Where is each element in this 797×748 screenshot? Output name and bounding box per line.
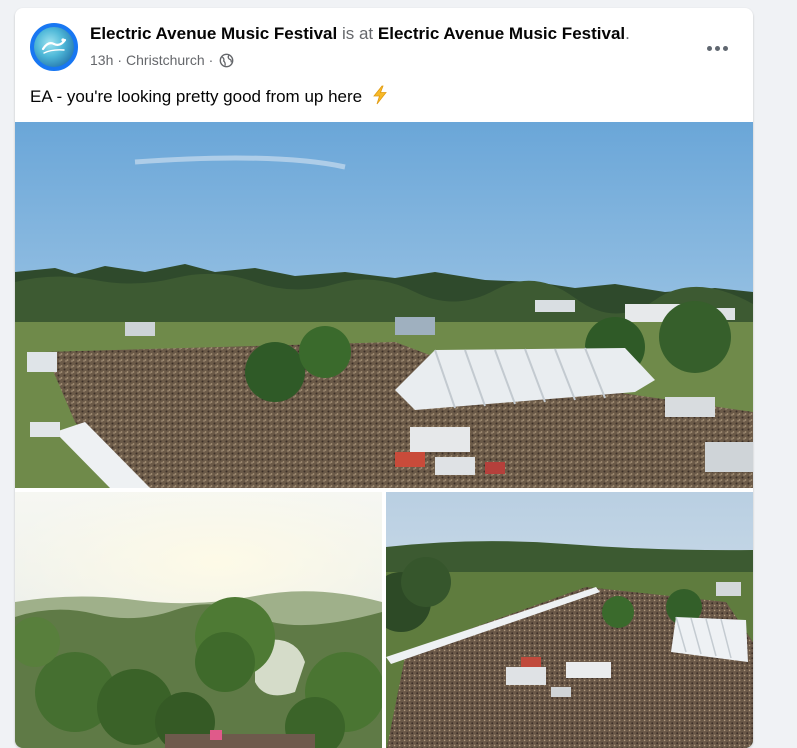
post-title-line: Electric Avenue Music Festival is at Ele… [90, 24, 630, 44]
post-meta: 13h · Christchurch · [90, 52, 234, 68]
photo-aerial-festival-stages[interactable] [386, 492, 753, 748]
meta-separator: · [117, 52, 123, 68]
more-horizontal-icon [706, 45, 712, 51]
photo-aerial-park-sun[interactable] [15, 492, 382, 748]
lightning-bolt-icon [371, 85, 389, 110]
city-link[interactable]: Christchurch [126, 52, 205, 68]
meta-separator-2: · [208, 52, 214, 68]
title-period: . [625, 24, 630, 43]
festival-logo-icon [34, 27, 74, 67]
timestamp-link[interactable]: 13h [90, 52, 113, 68]
post-caption: EA - you're looking pretty good from up … [30, 85, 389, 110]
caption-text: EA - you're looking pretty good from up … [30, 87, 363, 106]
more-options-button[interactable] [699, 30, 735, 66]
page-avatar[interactable] [30, 23, 78, 71]
location-link[interactable]: Electric Avenue Music Festival [378, 24, 625, 43]
page-name-link[interactable]: Electric Avenue Music Festival [90, 24, 337, 43]
globe-icon[interactable] [219, 53, 234, 68]
photo-aerial-festival-main[interactable] [15, 122, 753, 488]
post-card: Electric Avenue Music Festival is at Ele… [15, 8, 753, 748]
post-header: Electric Avenue Music Festival is at Ele… [15, 8, 753, 78]
is-at-text: is at [341, 24, 374, 43]
